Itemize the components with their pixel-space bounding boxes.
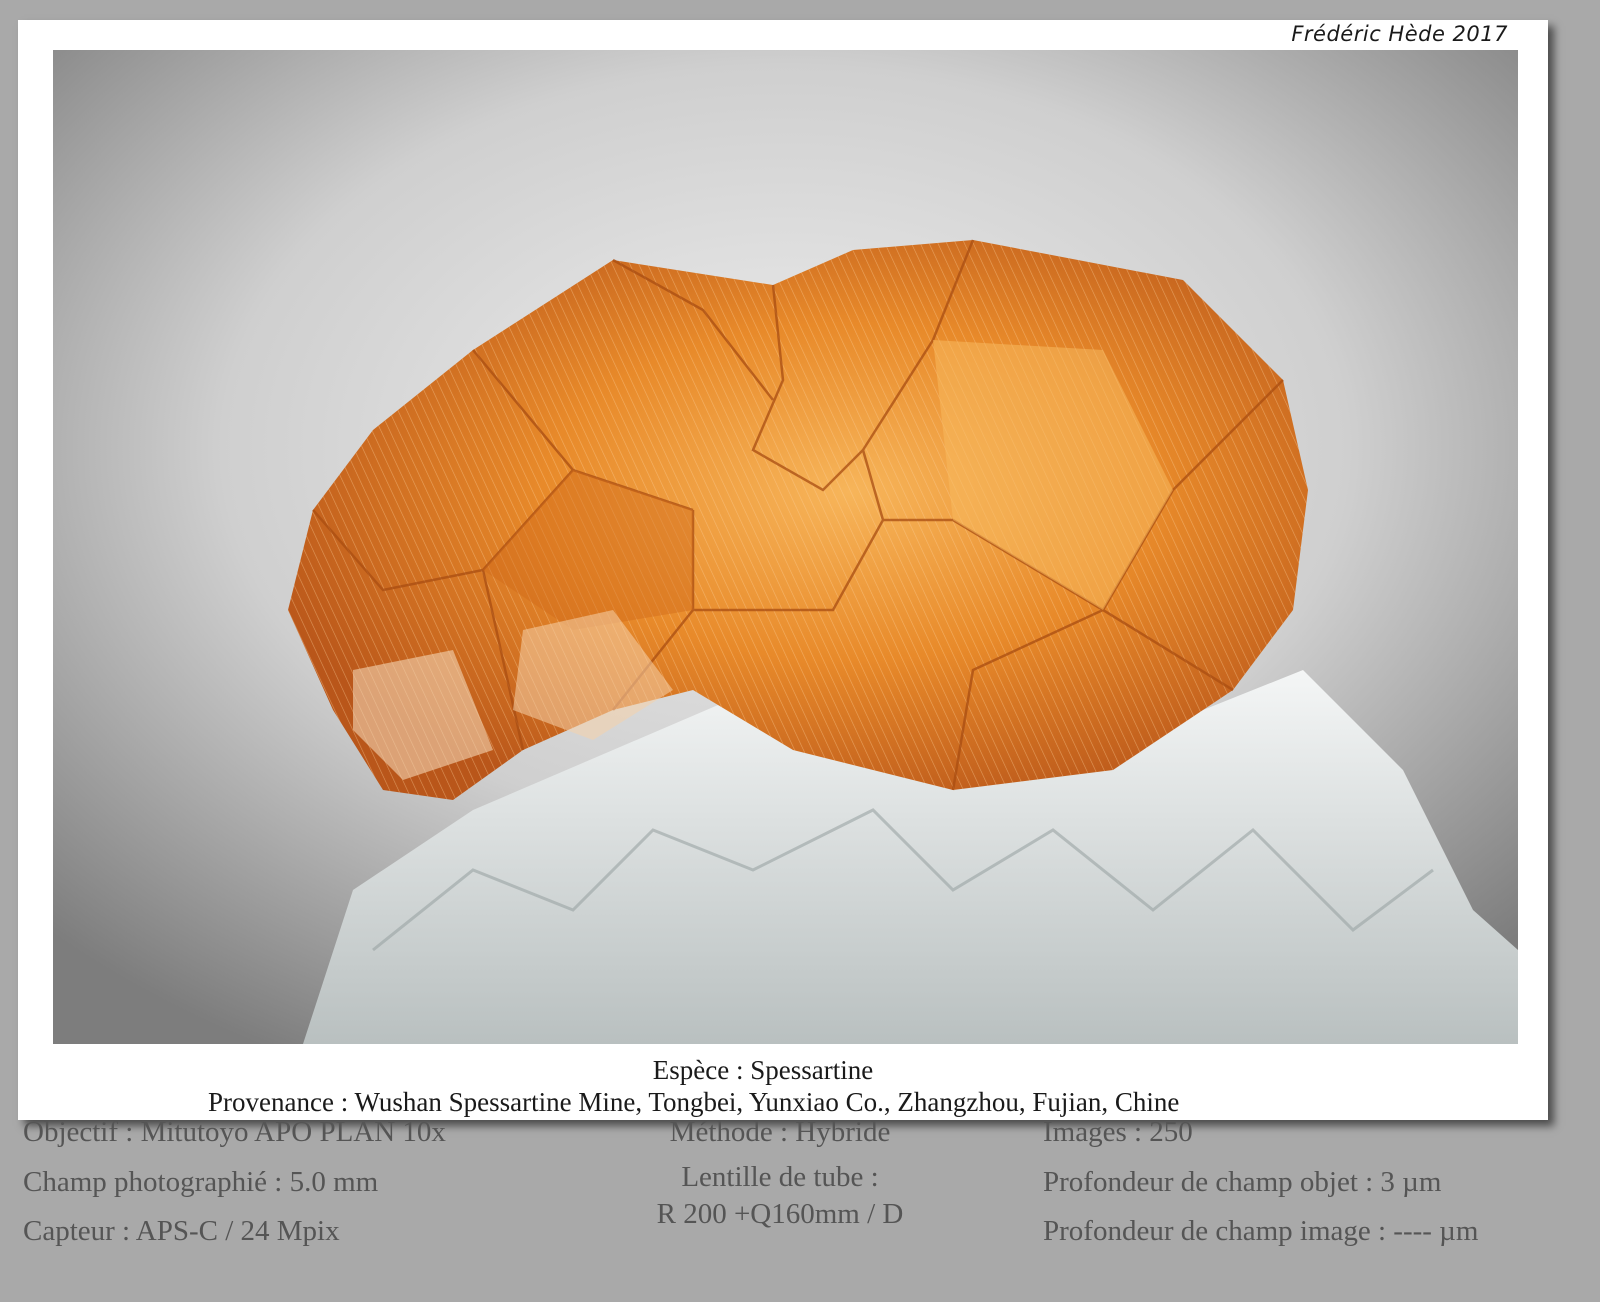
image-depth-of-field: Profondeur de champ image : ---- µm <box>1043 1215 1479 1247</box>
field-info: Champ photographié : 5.0 mm <box>23 1166 379 1198</box>
tube-lens-value: R 200 +Q160mm / D <box>656 1198 904 1230</box>
objective-info: Objectif : Mitutoyo APO PLAN 10x <box>23 1116 446 1148</box>
method-info: Méthode : Hybride <box>669 1116 891 1148</box>
photo-card: Frédéric Hède 2017 Espèce: Spessartine … <box>18 20 1548 1120</box>
sensor-info: Capteur : APS-C / 24 Mpix <box>23 1215 340 1247</box>
object-depth-of-field: Profondeur de champ objet : 3 µm <box>1043 1166 1442 1198</box>
tube-lens-label: Lentille de tube : <box>681 1161 879 1193</box>
photographer-signature: Frédéric Hède 2017 <box>1291 22 1508 46</box>
images-count: Images : 250 <box>1043 1116 1193 1148</box>
spessartine-crystal-image <box>53 50 1518 1044</box>
mineral-photo <box>53 50 1518 1044</box>
origin-caption: Provenance : Wushan Spessartine Mine, To… <box>208 1087 1180 1117</box>
species-caption: Espèce : Spessartine <box>652 1055 874 1085</box>
